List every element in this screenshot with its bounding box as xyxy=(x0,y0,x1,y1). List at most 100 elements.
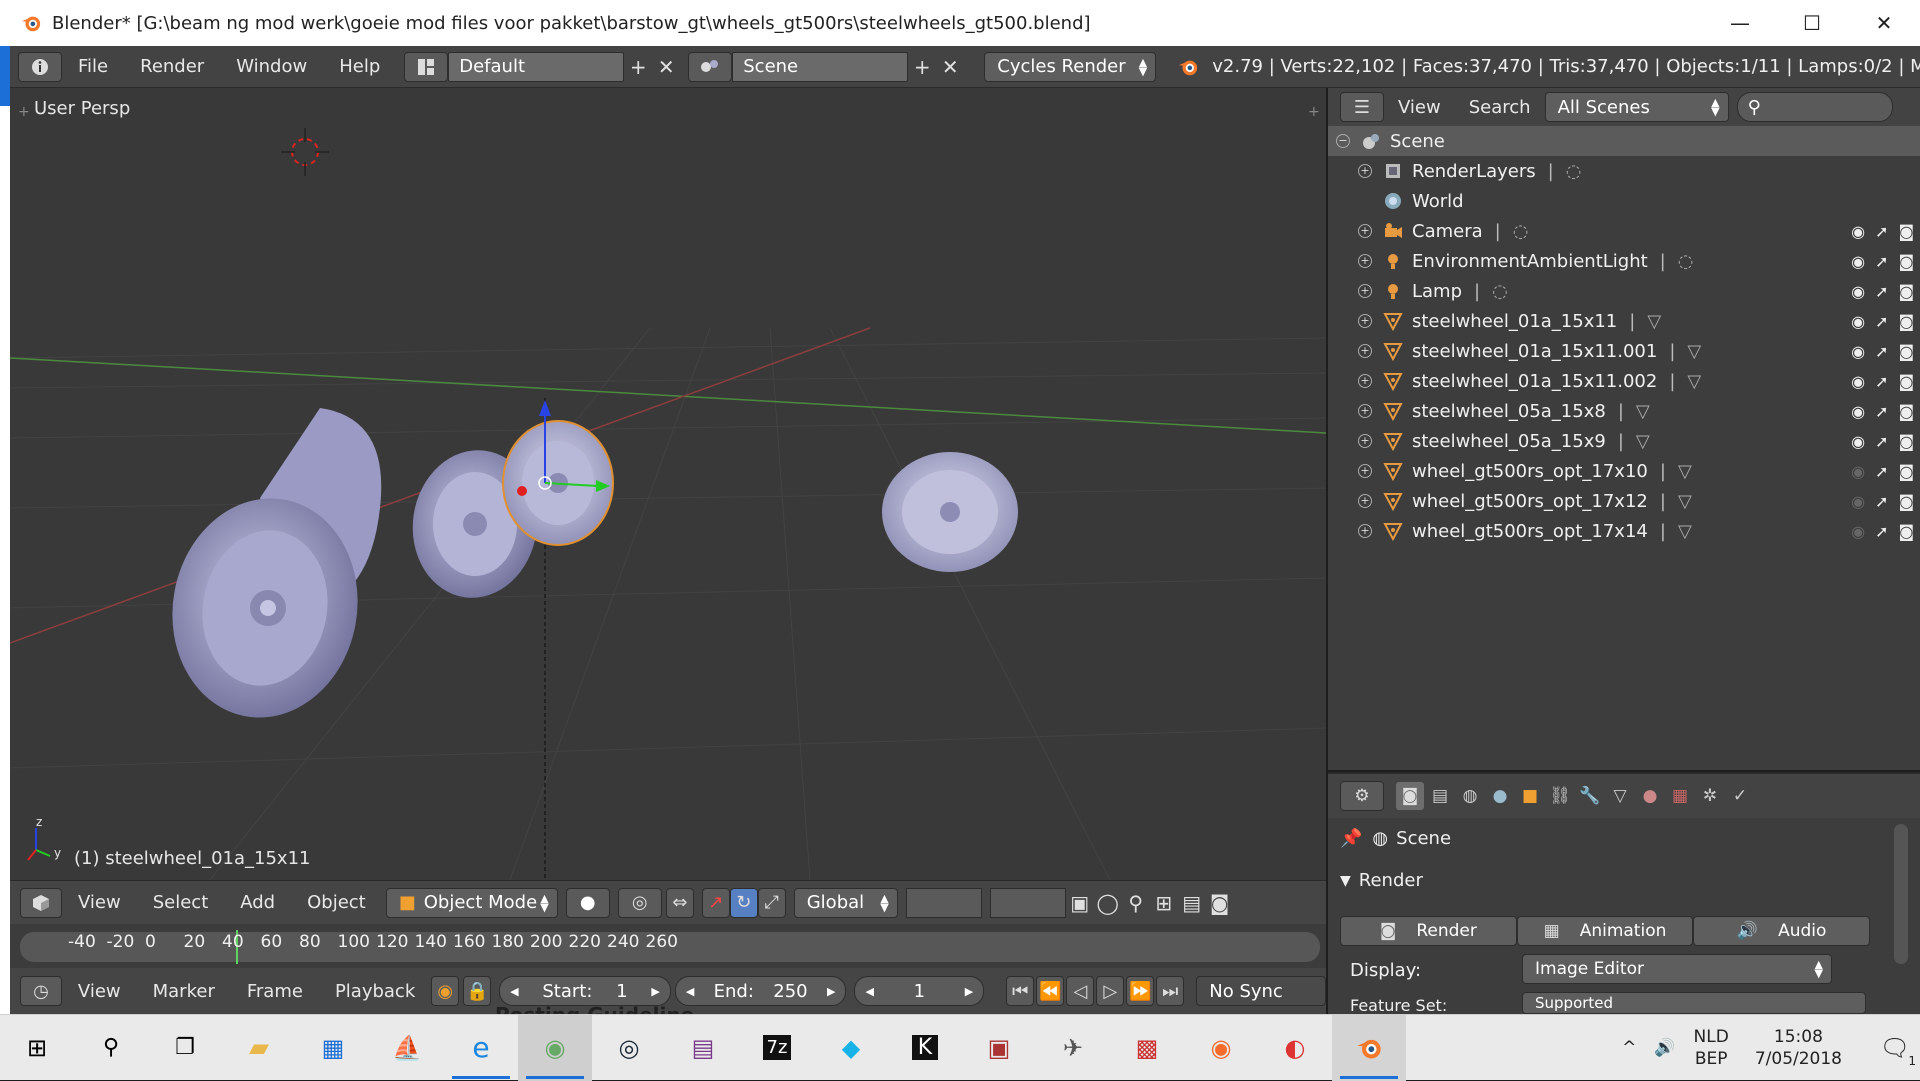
volume-icon[interactable]: 🔊 xyxy=(1654,1038,1675,1058)
steam-button[interactable]: ◎ xyxy=(592,1015,666,1081)
outliner-menu-search[interactable]: Search xyxy=(1455,97,1545,118)
tray-expand-icon[interactable]: ^ xyxy=(1622,1038,1636,1058)
menu-object[interactable]: Object xyxy=(291,892,382,913)
outliner-item[interactable]: + steelwheel_05a_15x8 | ▽ ◉ ➚ ◙ xyxy=(1328,396,1920,426)
camera-render-icon[interactable]: ◙ xyxy=(1898,342,1914,361)
data-icon[interactable]: ▽ xyxy=(1678,461,1692,482)
eye-icon[interactable]: ◉ xyxy=(1851,402,1865,421)
camera-render-icon[interactable]: ◙ xyxy=(1898,372,1914,391)
properties-scrollbar[interactable] xyxy=(1894,824,1908,964)
menu-window[interactable]: Window xyxy=(220,56,323,77)
data-icon[interactable]: ◌ xyxy=(1492,281,1508,302)
tab-constraints[interactable]: ⛓ xyxy=(1546,782,1574,810)
timeline-area[interactable]: -40 -20 0 20 40 60 80 100 120 140 160 180 200 220 240 2… xyxy=(10,924,1326,968)
display-mode-dropdown[interactable]: All Scenes ▲ ▼ xyxy=(1544,92,1729,122)
render-engine-dropdown[interactable]: Cycles Render ▲ ▼ xyxy=(984,51,1157,82)
camera-render-icon[interactable]: ◙ xyxy=(1206,888,1234,918)
blender-taskbar-button[interactable] xyxy=(1332,1014,1406,1081)
display-dropdown[interactable]: Image Editor ▲ ▼ xyxy=(1522,954,1832,984)
eye-icon[interactable]: ◉ xyxy=(1851,252,1865,271)
camera-render-icon[interactable]: ◙ xyxy=(1898,282,1914,301)
tab-material[interactable]: ● xyxy=(1636,782,1664,810)
editor-type-button[interactable] xyxy=(18,51,62,82)
editor-type-properties-button[interactable]: ⚙ xyxy=(1340,781,1384,811)
expand-icon[interactable]: + xyxy=(1358,524,1372,538)
origin-button[interactable]: ◉ xyxy=(1184,1015,1258,1081)
wheel-object-large[interactable] xyxy=(155,408,382,732)
ccleaner-button[interactable]: ◐ xyxy=(1258,1015,1332,1081)
tab-physics[interactable]: ✓ xyxy=(1726,782,1754,810)
start-button[interactable]: ⊞ xyxy=(0,1015,74,1081)
file-explorer-button[interactable]: ▰ xyxy=(222,1015,296,1081)
remove-layout-icon[interactable]: ✕ xyxy=(652,52,680,82)
data-icon[interactable]: ▽ xyxy=(1636,431,1650,452)
manipulator-toggle[interactable]: ⇔ xyxy=(665,887,694,918)
lock-camera-icon[interactable]: ▣ xyxy=(1066,888,1094,918)
game-button-1[interactable]: K xyxy=(888,1015,962,1081)
outliner-item[interactable]: + wheel_gt500rs_opt_17x14 | ▽ ◉ ➚ ◙ xyxy=(1328,516,1920,546)
menu-add[interactable]: Add xyxy=(224,892,291,913)
menu-view-timeline[interactable]: View xyxy=(62,981,137,1002)
camera-render-icon[interactable]: ◙ xyxy=(1898,402,1914,421)
menu-select[interactable]: Select xyxy=(137,892,225,913)
outliner-item[interactable]: + steelwheel_01a_15x11.001 | ▽ ◉ ➚ ◙ xyxy=(1328,336,1920,366)
scene-name-field[interactable]: Scene xyxy=(732,51,909,82)
cursor-select-icon[interactable]: ➚ xyxy=(1875,492,1888,511)
eye-icon[interactable]: ◉ xyxy=(1851,462,1865,481)
cursor-select-icon[interactable]: ➚ xyxy=(1875,522,1888,541)
menu-file[interactable]: File xyxy=(62,56,124,77)
data-icon[interactable]: ▽ xyxy=(1687,341,1701,362)
expand-icon[interactable]: + xyxy=(1358,464,1372,478)
current-frame-field[interactable]: ◀ 1 ▶ xyxy=(854,976,985,1006)
cursor-select-icon[interactable]: ➚ xyxy=(1875,252,1888,271)
data-icon[interactable]: ◌ xyxy=(1678,251,1694,272)
maximize-button[interactable]: ☐ xyxy=(1776,0,1848,46)
eye-icon[interactable]: ◉ xyxy=(1851,312,1865,331)
clock[interactable]: 15:08 7/05/2018 xyxy=(1755,1026,1842,1070)
outliner-item[interactable]: + steelwheel_05a_15x9 | ▽ ◉ ➚ ◙ xyxy=(1328,426,1920,456)
game-button-2[interactable]: ▣ xyxy=(962,1015,1036,1081)
eye-icon[interactable]: ◉ xyxy=(1851,342,1865,361)
camera-render-icon[interactable]: ◙ xyxy=(1898,522,1914,541)
collapse-icon[interactable]: − xyxy=(1336,134,1350,148)
3d-viewport[interactable]: + + User Persp z y (1) steelwheel_01a_15… xyxy=(10,88,1326,880)
expand-icon[interactable]: + xyxy=(1358,404,1372,418)
proportional-edit-icon[interactable]: ◯ xyxy=(1094,888,1122,918)
menu-help[interactable]: Help xyxy=(323,56,396,77)
data-icon[interactable]: ◌ xyxy=(1566,161,1582,182)
jump-end-button[interactable]: ⏭ xyxy=(1156,976,1185,1006)
expand-icon[interactable]: + xyxy=(1358,494,1372,508)
snap-element-icon[interactable]: ⊞ xyxy=(1150,888,1178,918)
eye-icon[interactable]: ◉ xyxy=(1851,222,1865,241)
outliner-item[interactable]: + wheel_gt500rs_opt_17x12 | ▽ ◉ ➚ ◙ xyxy=(1328,486,1920,516)
editor-type-outliner-button[interactable]: ☰ xyxy=(1340,92,1384,122)
render-panel-header[interactable]: ▼ Render xyxy=(1340,870,1423,891)
add-scene-icon[interactable]: + xyxy=(908,52,936,82)
menu-frame[interactable]: Frame xyxy=(231,981,319,1002)
expand-icon[interactable]: + xyxy=(1358,314,1372,328)
tab-object[interactable]: ■ xyxy=(1516,782,1544,810)
eye-icon[interactable]: ◉ xyxy=(1851,372,1865,391)
shading-button[interactable]: ● xyxy=(565,887,610,918)
7zip-button[interactable]: 7z xyxy=(740,1015,814,1081)
data-icon[interactable]: ◌ xyxy=(1513,221,1529,242)
animation-button[interactable]: ▦ Animation xyxy=(1516,916,1694,946)
menu-view-3d[interactable]: View xyxy=(62,892,137,913)
data-icon[interactable]: ▽ xyxy=(1678,491,1692,512)
lock-button[interactable]: 🔒 xyxy=(463,976,492,1006)
keying-set-button[interactable]: ◉ xyxy=(431,976,460,1006)
mode-dropdown[interactable]: ■ Object Mode ▲ ▼ xyxy=(385,887,558,918)
outliner-item[interactable]: + steelwheel_01a_15x11 | ▽ ◉ ➚ ◙ xyxy=(1328,306,1920,336)
translate-manipulator[interactable]: ↗ xyxy=(701,887,730,918)
close-button[interactable]: ✕ xyxy=(1848,0,1920,46)
minimize-button[interactable]: — xyxy=(1704,0,1776,46)
tab-scene[interactable]: ◍ xyxy=(1456,782,1484,810)
menu-marker[interactable]: Marker xyxy=(137,981,231,1002)
outliner-scene-row[interactable]: − Scene xyxy=(1328,126,1920,156)
cursor-select-icon[interactable]: ➚ xyxy=(1875,462,1888,481)
menu-playback[interactable]: Playback xyxy=(319,981,431,1002)
screen-layout-button[interactable] xyxy=(404,51,449,82)
game-button-3[interactable]: ▩ xyxy=(1110,1015,1184,1081)
play-reverse-button[interactable]: ◁ xyxy=(1066,976,1095,1006)
tab-render-layers[interactable]: ▤ xyxy=(1426,782,1454,810)
